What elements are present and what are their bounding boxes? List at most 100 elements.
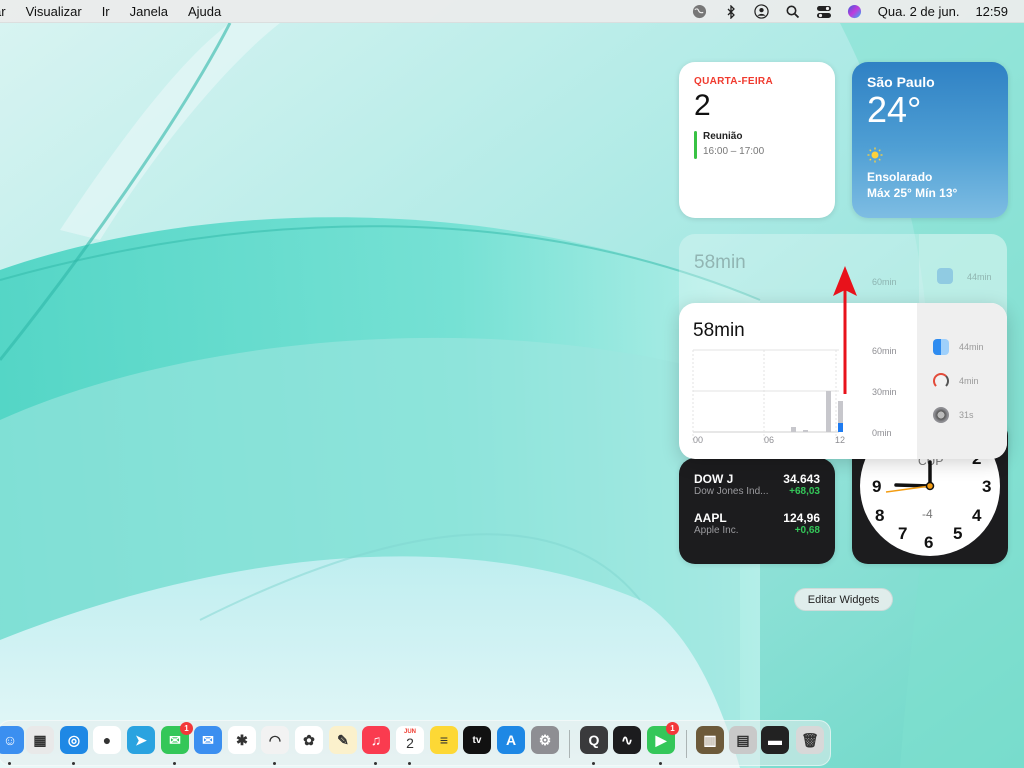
finder-icon [937,268,953,284]
ghost-app-time: 44min [967,272,992,282]
clock-numeral-3: 3 [982,477,991,496]
bluetooth-icon[interactable] [723,4,739,20]
dock-app-photos[interactable]: ✿ [295,726,323,754]
edit-widgets-button[interactable]: Editar Widgets [794,588,893,611]
sun-icon [867,147,993,168]
globe-icon[interactable] [692,4,708,20]
dock-app-safari[interactable]: ◎ [60,726,88,754]
telegram-icon: ➤ [135,731,147,748]
notes-icon: ≡ [439,732,449,748]
search-icon[interactable] [785,4,801,20]
running-indicator [173,762,176,765]
chrome-icon: ● [102,732,112,748]
calendar-widget[interactable]: QUARTA-FEIRA 2 Reunião 16:00 – 17:00 [679,62,835,218]
calendar-weekday: QUARTA-FEIRA [694,76,773,87]
doc-thumb-1-icon: ▥ [703,731,717,748]
screentime-app-scrobbler[interactable]: 4min [933,371,1003,391]
dock-app-chrome[interactable]: ● [93,726,121,754]
screentime-app-system-preferences[interactable]: 31s [933,405,1003,425]
scrobbler-icon [933,373,949,389]
photos-icon: ✿ [303,731,315,748]
app-menus: ar Visualizar Ir Janela Ajuda [0,4,241,19]
dock-app-mail[interactable]: ✉ [194,726,222,754]
stocks-widget[interactable]: DOW J 34.643 Dow Jones Ind... +68,03 AAP… [679,458,835,564]
clock-offset-label: -4 [922,507,933,521]
dock-app-activity-monitor[interactable]: ∿ [613,726,641,754]
menu-item-ir[interactable]: Ir [102,4,110,19]
system-preferences-icon [933,407,949,423]
stock-name: Apple Inc. [694,525,739,536]
menubar-time[interactable]: 12:59 [975,4,1008,19]
clock-numeral-8: 8 [875,506,884,525]
menu-item-janela[interactable]: Janela [130,4,168,19]
stock-item[interactable]: AAPL 124,96 Apple Inc. +0,68 [694,511,820,536]
y-axis-label: 30min [872,387,897,397]
weather-range: Máx 25° Mín 13° [867,186,958,200]
dock-app-trash[interactable]: 🗑 [796,726,824,754]
clock-numeral-6: 6 [924,533,933,552]
notification-badge: 1 [666,722,679,735]
user-icon[interactable] [754,4,770,20]
stock-change: +68,03 [789,486,820,497]
stock-price: 34.643 [783,472,820,486]
calendar-event[interactable]: Reunião 16:00 – 17:00 [694,131,820,159]
dock-app-tv[interactable]: tv [463,726,491,754]
weather-widget[interactable]: São Paulo 24° Ensolarado Máx 25° Mín 13° [852,62,1008,218]
calendar-day-number: 2 [694,89,711,122]
tv-icon: tv [472,734,482,746]
quicktime-icon: Q [588,732,600,748]
dock-app-calendar[interactable]: JUN 2 [396,726,424,754]
x-axis-label: 12 [835,435,845,445]
ghost-axis-label: 60min [872,277,897,287]
menubar-date[interactable]: Qua. 2 de jun. [878,4,960,19]
clock-numeral-7: 7 [898,524,907,543]
app-store-icon: A [505,732,517,748]
dock-app-app-store[interactable]: A [497,726,525,754]
dock-app-notes[interactable]: ≡ [430,726,458,754]
clock-numeral-9: 9 [872,477,881,496]
dock-app-script-editor[interactable]: ✎ [329,726,357,754]
clock-numeral-5: 5 [953,524,962,543]
drag-direction-arrow [833,266,857,394]
control-center-icon[interactable] [816,4,832,20]
weather-condition: Ensolarado [867,170,933,184]
launchpad-icon: ▦ [33,731,47,748]
screentime-app-finder[interactable]: 44min [933,337,1003,357]
stock-price: 124,96 [783,511,820,525]
menu-item-ajuda[interactable]: Ajuda [188,4,221,19]
running-indicator [8,762,11,765]
facetime-icon: ▶ [655,731,667,748]
dock-app-music[interactable]: ♫ [362,726,390,754]
screentime-apps-panel: 44min 4min 31s [917,303,1007,459]
x-axis-label: 06 [764,435,774,445]
chart-bar [803,430,808,432]
menu-item-app[interactable]: ar [0,4,6,19]
trash-icon: 🗑 [801,731,819,748]
app-usage-time: 44min [959,342,984,352]
status-area: Qua. 2 de jun. 12:59 [692,0,1024,23]
event-color-bar [694,131,697,159]
dock-app-system-preferences[interactable]: ⚙ [531,726,559,754]
dock-app-doc-thumb-1[interactable]: ▥ [696,726,724,754]
running-indicator [592,762,595,765]
dock-app-telegram[interactable]: ➤ [127,726,155,754]
siri-icon[interactable] [847,4,863,20]
event-time: 16:00 – 17:00 [703,146,765,157]
dock-app-slack[interactable]: ✱ [228,726,256,754]
dock-app-finder[interactable]: ☺ [0,726,24,754]
messages-icon: ✉ [169,731,181,748]
activity-monitor-icon: ∿ [621,731,633,748]
dock-app-doc-thumb-3[interactable]: ▬ [761,726,789,754]
dock-app-scrobbles[interactable]: ◠ [261,726,289,754]
music-icon: ♫ [370,732,382,748]
menu-item-visualizar[interactable]: Visualizar [26,4,82,19]
chart-bar [826,391,831,432]
x-axis-label: 00 [693,435,703,445]
slack-icon: ✱ [236,731,248,748]
mail-icon: ✉ [202,731,214,748]
dock-app-launchpad[interactable]: ▦ [26,726,54,754]
dock-app-doc-thumb-2[interactable]: ▤ [729,726,757,754]
stock-item[interactable]: DOW J 34.643 Dow Jones Ind... +68,03 [694,472,820,497]
chart-bar [791,427,796,432]
dock-app-quicktime[interactable]: Q [580,726,608,754]
